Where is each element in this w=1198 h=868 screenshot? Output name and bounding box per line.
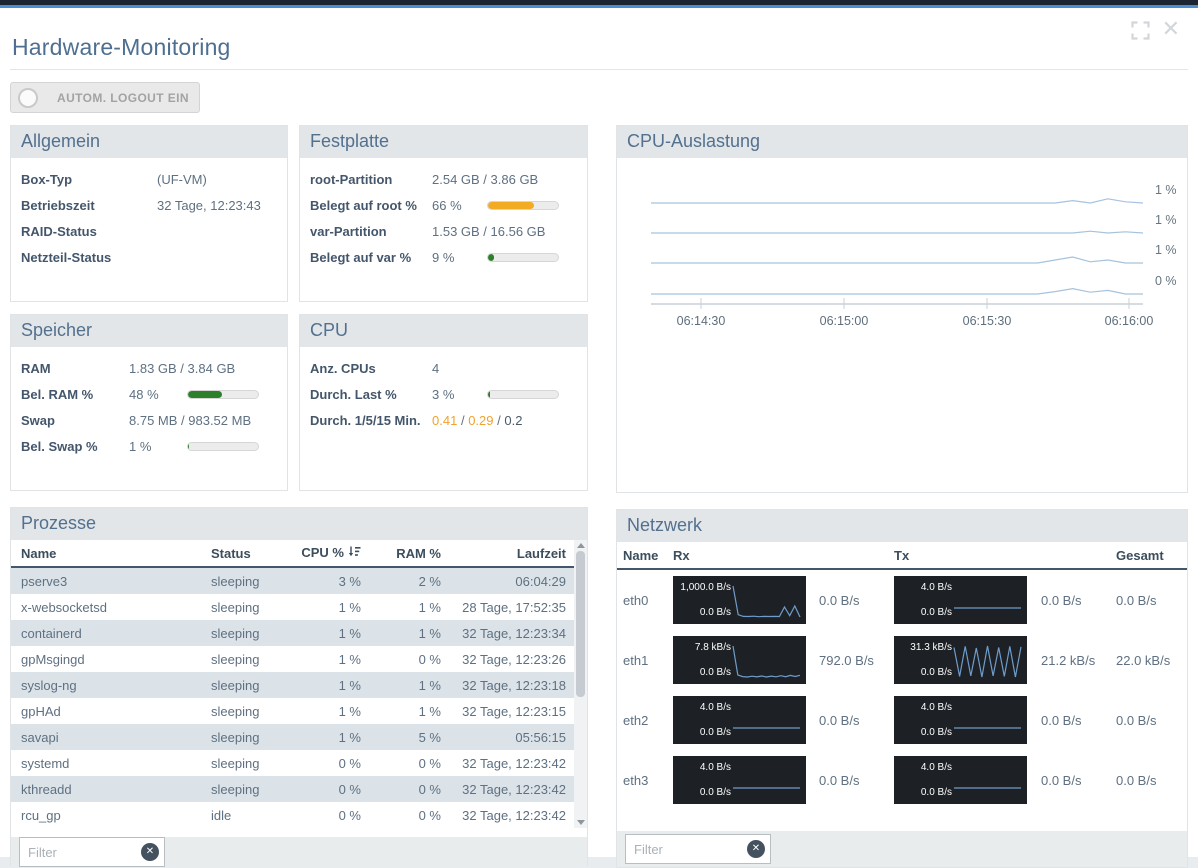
page-title: Hardware-Monitoring (12, 34, 231, 60)
process-table-scrollbar[interactable] (574, 540, 587, 828)
col-name[interactable]: Name (623, 548, 673, 563)
clear-filter-icon[interactable]: ✕ (141, 843, 159, 861)
info-row: Durch. Last % 3 % (300, 381, 587, 407)
tx-sparkline-eth2: 4.0 B/s 0.0 B/s (894, 696, 1027, 744)
rx-sparkline-eth1: 7.8 kB/s 0.0 B/s (673, 636, 806, 684)
panel-allgemein-title: Allgemein (11, 126, 287, 158)
ram-usage-meter (187, 389, 259, 399)
info-row: RAID-Status (21, 223, 97, 239)
panel-cpu-auslastung: CPU-Auslastung 1 % 1 % 1 % 0 % 06:14:30 06:15… (616, 125, 1188, 493)
fullscreen-icon[interactable] (1130, 20, 1150, 40)
network-filter-bar: ✕ (617, 831, 1187, 867)
table-row[interactable]: eth2 4.0 B/s 0.0 B/s 0.0 B/s 4.0 B/s 0.0 B… (617, 690, 1187, 750)
rx-sparkline-eth0: 1,000.0 B/s 0.0 B/s (673, 576, 806, 624)
table-row[interactable]: eth0 1,000.0 B/s 0.0 B/s 0.0 B/s 4.0 B/s 0… (617, 570, 1187, 630)
svg-text:06:14:30: 06:14:30 (677, 314, 726, 328)
info-row: Box-Typ (UF-VM) (21, 171, 207, 187)
panel-netzwerk: Netzwerk Name Rx Tx Gesamt eth0 1,000.0 … (616, 509, 1188, 868)
table-row[interactable]: kthreadd sleeping 0 % 0 % 32 Tage, 12:23:42 (11, 776, 574, 802)
panel-allgemein: Allgemein Box-Typ (UF-VM) Betriebszeit 32 … (10, 125, 288, 302)
panel-speicher: Speicher RAM 1.83 GB / 3.84 GB Bel. RAM %… (10, 314, 288, 491)
tx-sparkline-eth0: 4.0 B/s 0.0 B/s (894, 576, 1027, 624)
table-row[interactable]: rcu_gp idle 0 % 0 % 32 Tage, 12:23:42 (11, 802, 574, 828)
root-usage-meter (487, 200, 559, 210)
autologout-label: AUTOM. LOGOUT EIN (57, 90, 189, 105)
svg-text:0 %: 0 % (1155, 274, 1177, 288)
col-gesamt[interactable]: Gesamt (1116, 548, 1187, 563)
info-row: Anz. CPUs 4 (310, 360, 440, 376)
title-divider (10, 69, 1188, 70)
svg-text:06:16:00: 06:16:00 (1105, 314, 1154, 328)
col-rx[interactable]: Rx (673, 548, 806, 563)
col-status[interactable]: Status (211, 546, 291, 561)
table-row[interactable]: gpMsgingd sleeping 1 % 0 % 32 Tage, 12:23:26 (11, 646, 574, 672)
col-tx[interactable]: Tx (894, 548, 1028, 563)
info-row: Belegt auf root % 66 % (300, 192, 587, 218)
cpu-load-meter (487, 389, 559, 399)
scrollbar-thumb[interactable] (576, 551, 585, 697)
panel-festplatte-title: Festplatte (300, 126, 587, 158)
info-row: var-Partition 1.53 GB / 16.56 GB (310, 223, 546, 239)
load-averages: 0.41 / 0.29 / 0.2 (432, 412, 523, 428)
hardware-monitoring-dialog: ✕ Hardware-Monitoring AUTOM. LOGOUT EIN … (0, 8, 1198, 868)
info-row: Bel. Swap % 1 % (11, 433, 287, 459)
col-cpu-sorted[interactable]: CPU % (291, 545, 361, 561)
cpu-usage-chart: 1 % 1 % 1 % 0 % 06:14:30 06:15:00 06:15:30 06:1… (651, 183, 1177, 328)
tx-sparkline-eth3: 4.0 B/s 0.0 B/s (894, 756, 1027, 804)
svg-text:06:15:30: 06:15:30 (963, 314, 1012, 328)
info-row: Netzteil-Status (21, 249, 112, 265)
scroll-down-icon[interactable] (576, 820, 585, 825)
info-row: Betriebszeit 32 Tage, 12:23:43 (21, 197, 261, 213)
panel-netzwerk-title: Netzwerk (617, 510, 1187, 542)
autologout-toggle-button[interactable]: AUTOM. LOGOUT EIN (10, 82, 200, 113)
svg-text:06:15:00: 06:15:00 (820, 314, 869, 328)
process-table-header: Name Status CPU % RAM % Laufzeit (11, 540, 574, 568)
table-row[interactable]: systemd sleeping 0 % 0 % 32 Tage, 12:23:42 (11, 750, 574, 776)
panel-cpu-title: CPU (300, 315, 587, 347)
panel-cpu: CPU Anz. CPUs 4 Durch. Last % 3 % Durch. 1… (299, 314, 588, 491)
col-runtime[interactable]: Laufzeit (441, 546, 566, 561)
table-row[interactable]: savapi sleeping 1 % 5 % 05:56:15 (11, 724, 574, 750)
sort-desc-icon (348, 546, 361, 561)
swap-usage-meter (187, 441, 259, 451)
table-row[interactable]: eth1 7.8 kB/s 0.0 B/s 792.0 B/s 31.3 kB/s… (617, 630, 1187, 690)
network-table-header: Name Rx Tx Gesamt (617, 542, 1187, 570)
svg-text:1 %: 1 % (1155, 213, 1177, 227)
info-row: Durch. 1/5/15 Min. 0.41 / 0.29 / 0.2 (300, 407, 587, 433)
col-ram[interactable]: RAM % (361, 546, 441, 561)
info-row: Belegt auf var % 9 % (300, 244, 587, 270)
table-row[interactable]: x-websocketsd sleeping 1 % 1 % 28 Tage, 17:5… (11, 594, 574, 620)
process-filter-bar: ✕ (11, 837, 587, 867)
table-row[interactable]: containerd sleeping 1 % 1 % 32 Tage, 12:23:3… (11, 620, 574, 646)
rx-sparkline-eth3: 4.0 B/s 0.0 B/s (673, 756, 806, 804)
svg-text:1 %: 1 % (1155, 243, 1177, 257)
tx-sparkline-eth1: 31.3 kB/s 0.0 B/s (894, 636, 1027, 684)
info-row: Bel. RAM % 48 % (11, 381, 287, 407)
info-row: RAM 1.83 GB / 3.84 GB (21, 360, 236, 376)
svg-text:1 %: 1 % (1155, 183, 1177, 197)
panel-cpu-auslastung-title: CPU-Auslastung (617, 126, 1187, 158)
table-row[interactable]: gpHAd sleeping 1 % 1 % 32 Tage, 12:23:15 (11, 698, 574, 724)
panel-speicher-title: Speicher (11, 315, 287, 347)
toggle-knob-icon (18, 87, 38, 108)
info-row: Swap 8.75 MB / 983.52 MB (21, 412, 252, 428)
rx-sparkline-eth2: 4.0 B/s 0.0 B/s (673, 696, 806, 744)
info-row: root-Partition 2.54 GB / 3.86 GB (310, 171, 539, 187)
col-name[interactable]: Name (21, 546, 211, 561)
panel-festplatte: Festplatte root-Partition 2.54 GB / 3.86 … (299, 125, 588, 302)
panel-prozesse-title: Prozesse (11, 508, 587, 540)
table-row[interactable]: syslog-ng sleeping 1 % 1 % 32 Tage, 12:23:18 (11, 672, 574, 698)
window-controls: ✕ (1130, 19, 1180, 41)
panel-prozesse: Prozesse Name Status CPU % RAM % Laufzei… (10, 507, 588, 867)
clear-filter-icon[interactable]: ✕ (747, 840, 765, 858)
network-table-body: eth0 1,000.0 B/s 0.0 B/s 0.0 B/s 4.0 B/s 0… (617, 570, 1187, 810)
close-icon[interactable]: ✕ (1162, 19, 1180, 41)
process-table-body: pserve3 sleeping 3 % 2 % 06:04:29 x-websocke… (11, 568, 574, 828)
table-row[interactable]: eth3 4.0 B/s 0.0 B/s 0.0 B/s 4.0 B/s 0.0 B… (617, 750, 1187, 810)
table-row[interactable]: pserve3 sleeping 3 % 2 % 06:04:29 (11, 568, 574, 594)
var-usage-meter (487, 252, 559, 262)
scroll-up-icon[interactable] (576, 543, 585, 548)
